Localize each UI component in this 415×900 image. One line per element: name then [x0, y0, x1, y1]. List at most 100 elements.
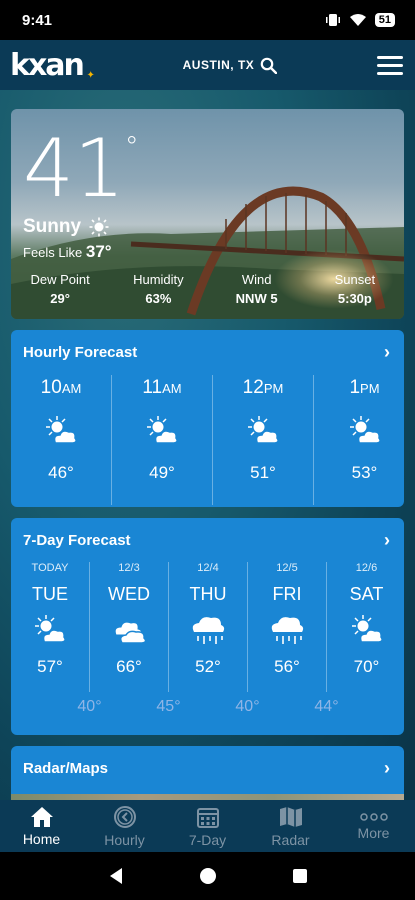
hourly-columns: 10AM 46° 11AM 49° 12PM 51° 1PM 53° — [11, 375, 404, 505]
day-high: 52° — [195, 657, 221, 676]
day-name: WED — [108, 584, 150, 604]
radar-maps-title: Radar/Maps — [23, 760, 109, 777]
hour-column[interactable]: 12PM 51° — [213, 375, 314, 505]
nav-label: 7-Day — [188, 831, 227, 848]
partly-sunny-icon — [213, 407, 313, 455]
bottom-navigation: Home Hourly 7-Day Radar More — [0, 800, 415, 852]
daily-columns: TODAY TUE 57° 12/3 WED 66° 12/4 THU 52° … — [11, 562, 404, 692]
hour-label: 11AM — [142, 377, 182, 398]
battery-indicator: 51 — [374, 13, 395, 27]
back-icon[interactable] — [108, 867, 124, 885]
low-temps-row: 40° 45° 40° 44° — [11, 698, 404, 716]
seven-day-forecast-title: 7-Day Forecast — [23, 532, 131, 549]
clock-icon — [113, 805, 136, 828]
app-header: kxan ✦ AUSTIN, TX — [0, 40, 415, 90]
hour-column[interactable]: 1PM 53° — [314, 375, 404, 505]
calendar-icon — [196, 807, 219, 828]
kxan-logo[interactable]: kxan ✦ — [10, 47, 95, 83]
hourly-forecast-card[interactable]: Hourly Forecast › 10AM 46° 11AM 49° 12PM… — [11, 330, 404, 507]
hour-column[interactable]: 10AM 46° — [11, 375, 112, 505]
nav-label: More — [357, 824, 390, 841]
day-date: TODAY — [31, 562, 69, 574]
partly-sunny-icon — [112, 407, 212, 455]
chevron-right-icon[interactable]: › — [384, 758, 390, 779]
nav-home[interactable]: Home — [0, 800, 83, 852]
logo-text: kxan — [10, 47, 85, 83]
day-column[interactable]: 12/6 SAT 70° — [327, 562, 404, 692]
stat-wind: Wind NNW 5 — [235, 272, 278, 306]
day-date: 12/6 — [355, 562, 378, 574]
day-low: 40° — [235, 698, 260, 715]
stat-humidity: Humidity 63% — [133, 272, 184, 306]
day-low: 45° — [156, 698, 181, 715]
current-stats: Dew Point 29° Humidity 63% Wind NNW 5 Su… — [11, 272, 404, 306]
partly-sunny-icon — [314, 407, 404, 455]
day-name: TUE — [32, 584, 68, 604]
home-icon — [30, 806, 53, 827]
chevron-right-icon[interactable]: › — [384, 342, 390, 363]
hour-temp: 49° — [149, 463, 175, 482]
hourly-forecast-title: Hourly Forecast — [23, 344, 138, 361]
hour-label: 1PM — [349, 377, 380, 398]
current-conditions-card[interactable]: 41° Sunny Feels Like 37° Dew Point 29° H… — [11, 109, 404, 319]
day-date: 12/3 — [118, 562, 140, 574]
vibrate-icon — [325, 14, 340, 26]
day-name: THU — [189, 584, 227, 604]
nav-label: Hourly — [104, 831, 145, 848]
day-low: 40° — [77, 698, 102, 715]
hour-temp: 51° — [250, 463, 276, 482]
nav-radar[interactable]: Radar — [249, 800, 332, 852]
condition-row: Sunny — [23, 216, 109, 238]
hour-label: 12PM — [242, 377, 284, 398]
home-circle-icon[interactable] — [199, 867, 217, 885]
status-time: 9:41 — [22, 11, 53, 29]
partly-sunny-icon — [11, 609, 89, 651]
day-high: 66° — [116, 657, 142, 676]
seven-day-forecast-card[interactable]: 7-Day Forecast › TODAY TUE 57° 12/3 WED … — [11, 518, 404, 735]
more-icon — [359, 812, 388, 821]
day-date: 12/5 — [276, 562, 298, 574]
current-temperature: 41° — [23, 122, 139, 215]
nav-label: Radar — [271, 831, 310, 848]
condition-text: Sunny — [23, 216, 82, 237]
cloudy-icon — [90, 609, 168, 651]
recents-icon[interactable] — [292, 868, 308, 884]
rain-icon — [169, 609, 247, 651]
radar-maps-card[interactable]: Radar/Maps › — [11, 746, 404, 806]
location-selector[interactable]: AUSTIN, TX — [183, 57, 278, 74]
hour-label: 10AM — [40, 377, 82, 398]
sun-icon — [89, 217, 109, 237]
chevron-right-icon[interactable]: › — [384, 530, 390, 551]
day-name: SAT — [349, 584, 384, 604]
day-high: 56° — [274, 657, 300, 676]
nav-more[interactable]: More — [332, 800, 415, 852]
nav-7-day[interactable]: 7-Day — [166, 800, 249, 852]
day-date: 12/4 — [197, 562, 219, 574]
day-low: 44° — [314, 698, 339, 715]
map-icon — [279, 806, 302, 827]
partly-sunny-icon — [327, 609, 404, 651]
nav-label: Home — [22, 830, 61, 847]
status-bar: 9:41 51 — [0, 0, 415, 40]
day-column[interactable]: 12/4 THU 52° — [169, 562, 248, 692]
stat-dew-point: Dew Point 29° — [30, 272, 90, 306]
nav-hourly[interactable]: Hourly — [83, 800, 166, 852]
day-high: 70° — [353, 657, 380, 676]
hour-temp: 53° — [351, 463, 378, 482]
hour-temp: 46° — [48, 463, 74, 482]
location-label: AUSTIN, TX — [182, 58, 255, 72]
nbc-peacock-icon: ✦ — [86, 69, 95, 81]
wifi-icon — [349, 14, 366, 26]
day-high: 57° — [37, 657, 63, 676]
hour-column[interactable]: 11AM 49° — [112, 375, 213, 505]
rain-icon — [248, 609, 326, 651]
day-column[interactable]: 12/3 WED 66° — [90, 562, 169, 692]
system-navigation-bar — [0, 852, 415, 900]
status-icons: 51 — [325, 13, 395, 27]
stat-sunset: Sunset 5:30p — [334, 272, 376, 306]
day-column[interactable]: TODAY TUE 57° — [11, 562, 90, 692]
day-name: FRI — [272, 584, 302, 604]
hamburger-menu-icon[interactable] — [376, 55, 403, 75]
search-icon[interactable] — [260, 57, 278, 74]
day-column[interactable]: 12/5 FRI 56° — [248, 562, 327, 692]
